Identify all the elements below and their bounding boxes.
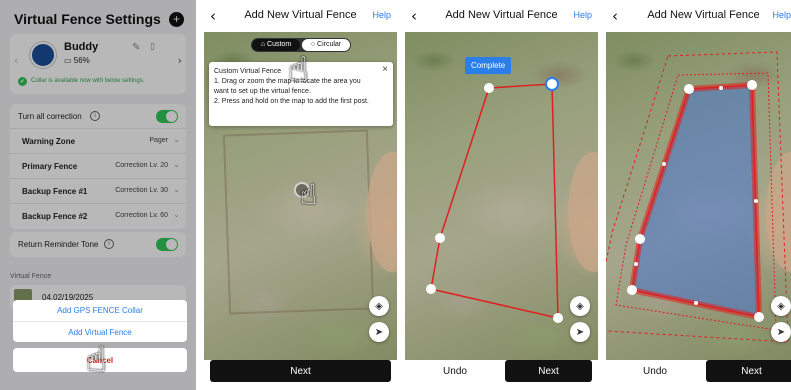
fence-post — [754, 312, 764, 322]
settings-screen: Virtual Fence Settings + Buddy ▭ 56% ✎ ▯… — [0, 0, 196, 390]
help-link[interactable]: Help — [372, 10, 391, 20]
layers-icon[interactable]: ◈ — [771, 296, 791, 316]
midpoint-handle — [694, 301, 698, 305]
fence-post — [627, 285, 637, 295]
fence-post — [484, 83, 494, 93]
locate-icon[interactable]: ➤ — [369, 322, 389, 342]
next-button[interactable]: Next — [505, 360, 592, 382]
nav-bar: ‹ Add New Virtual Fence Help — [405, 0, 598, 32]
hand-pointer-icon: ☝ — [86, 340, 107, 380]
add-fence-screen-step1: ‹ Add New Virtual Fence Help ⌂ Custom ○ … — [204, 0, 397, 390]
locate-icon[interactable]: ➤ — [771, 322, 791, 342]
midpoint-handle — [662, 162, 666, 166]
complete-button[interactable]: Complete — [465, 57, 512, 74]
nav-title: Add New Virtual Fence — [647, 9, 760, 21]
hand-pointer-icon: ☝ — [300, 178, 318, 211]
add-fence-button[interactable]: Add Virtual Fence — [13, 321, 187, 342]
add-fence-screen-step3: ‹ Add New Virtual Fence Help ◈ ➤ Undo Ne… — [606, 0, 791, 390]
fence-post — [747, 80, 757, 90]
add-collar-button[interactable]: Add GPS FENCE Collar — [13, 300, 187, 321]
layers-icon[interactable]: ◈ — [570, 296, 590, 316]
circular-tab[interactable]: ○ Circular — [302, 39, 350, 51]
fence-post — [435, 233, 445, 243]
undo-button[interactable]: Undo — [610, 360, 700, 382]
midpoint-handle — [719, 86, 723, 90]
add-fence-screen-step2: ‹ Add New Virtual Fence Help Complete ◈ … — [405, 0, 598, 390]
midpoint-handle — [634, 262, 638, 266]
field-outline — [222, 129, 375, 315]
fence-line — [439, 87, 490, 239]
next-button[interactable]: Next — [210, 360, 391, 382]
fence-post — [635, 234, 645, 244]
midpoint-handle — [754, 199, 758, 203]
fence-post — [684, 84, 694, 94]
undo-button[interactable]: Undo — [410, 360, 500, 382]
nav-bar: ‹ Add New Virtual Fence Help — [606, 0, 791, 32]
layers-icon[interactable]: ◈ — [369, 296, 389, 316]
close-icon[interactable]: × — [382, 65, 388, 75]
fence-polygon — [606, 51, 789, 343]
hand-pointer-icon: ☝ — [288, 50, 309, 90]
tooltip-step2: 2. Press and hold on the map to add the … — [214, 98, 369, 105]
nav-bar: ‹ Add New Virtual Fence Help — [204, 0, 397, 32]
fence-post — [426, 284, 436, 294]
fence-line — [430, 83, 559, 319]
locate-icon[interactable]: ➤ — [570, 322, 590, 342]
next-button[interactable]: Next — [706, 360, 791, 382]
primary-fence-area — [628, 81, 763, 321]
help-link[interactable]: Help — [573, 10, 592, 20]
fence-post — [553, 313, 563, 323]
help-link[interactable]: Help — [772, 10, 791, 20]
nav-title: Add New Virtual Fence — [445, 9, 558, 21]
nav-title: Add New Virtual Fence — [244, 9, 357, 21]
fence-post-active — [545, 77, 559, 91]
